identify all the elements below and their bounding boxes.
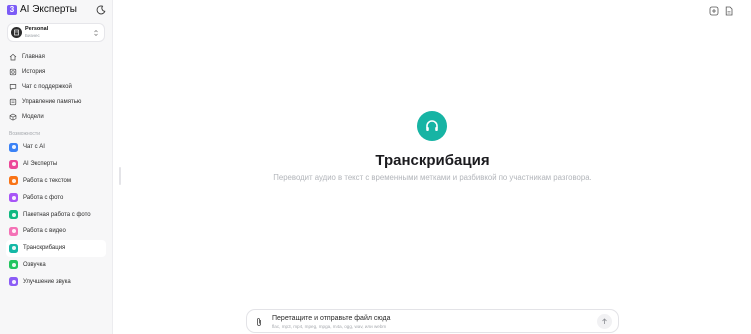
feature-item-label: Работа с видео	[23, 228, 66, 235]
video-icon	[9, 226, 18, 236]
nav-item-home[interactable]: Главная	[6, 49, 106, 64]
headphones-icon	[9, 243, 18, 253]
sidebar: 3 AI Эксперты Personal Бизнес Главная Ис…	[0, 0, 113, 334]
nav-item-models[interactable]: Модели	[6, 109, 106, 124]
headphones-icon	[417, 111, 447, 141]
send-button[interactable]	[597, 314, 612, 329]
feature-item-video[interactable]: Работа с видео	[6, 223, 106, 240]
memory-icon	[9, 98, 17, 105]
feature-item-label: Озвучка	[23, 261, 46, 268]
brand[interactable]: 3 AI Эксперты	[7, 4, 77, 15]
moon-icon[interactable]	[96, 5, 106, 15]
page-title: Транскрибация	[375, 152, 490, 169]
paperclip-icon[interactable]	[255, 317, 263, 327]
home-icon	[9, 53, 17, 60]
sidebar-resize-handle[interactable]	[119, 167, 121, 185]
page-subtitle: Переводит аудио в текст с временными мет…	[273, 173, 592, 182]
account-plan: Бизнес	[25, 32, 40, 38]
document-icon[interactable]	[724, 6, 734, 16]
cube-icon	[9, 113, 17, 121]
nav-item-memory[interactable]: Управление памятью	[6, 94, 106, 109]
nav-item-history[interactable]: История	[6, 64, 106, 79]
nav-item-label: Модели	[22, 113, 44, 120]
upload-prompt: Перетащите и отправьте файл сюда	[272, 315, 391, 322]
nav-item-support-chat[interactable]: Чат с поддержкой	[6, 79, 106, 94]
feature-item-batch-photo[interactable]: Пакетная работа с фото	[6, 206, 106, 223]
experts-icon	[9, 159, 18, 169]
brand-name: AI Эксперты	[20, 4, 77, 15]
chevron-updown-icon	[94, 30, 98, 36]
app-window: 3 AI Эксперты Personal Бизнес Главная Ис…	[0, 0, 751, 334]
feature-item-ai-experts[interactable]: AI Эксперты	[6, 156, 106, 173]
features-section-label: Возможности	[9, 131, 40, 137]
arrow-up-icon	[602, 318, 607, 324]
main-nav: Главная История Чат с поддержкой Управле…	[6, 49, 106, 124]
nav-item-label: Управление памятью	[22, 98, 82, 105]
feature-item-label: Улучшение звука	[23, 278, 71, 285]
feature-item-voiceover[interactable]: Озвучка	[6, 257, 106, 274]
speaker-icon	[9, 260, 18, 270]
feature-item-text[interactable]: Работа с текстом	[6, 173, 106, 190]
feature-item-label: Работа с текстом	[23, 177, 71, 184]
feature-item-label: Пакетная работа с фото	[23, 211, 91, 218]
nav-item-label: Чат с поддержкой	[22, 83, 72, 90]
images-icon	[9, 210, 18, 220]
building-icon	[11, 27, 22, 38]
feature-item-ai-chat[interactable]: Чат с AI	[6, 139, 106, 156]
feature-item-transcription[interactable]: Транскрибация	[6, 239, 106, 257]
brand-logo: 3	[7, 4, 17, 15]
feature-item-photo[interactable]: Работа с фото	[6, 189, 106, 206]
feature-item-label: AI Эксперты	[23, 161, 58, 168]
feature-item-label: Чат с AI	[23, 144, 45, 151]
new-chat-icon[interactable]	[709, 6, 719, 16]
features-nav: Чат с AI AI Эксперты Работа с текстом Ра…	[6, 139, 106, 290]
chat-icon	[9, 83, 17, 90]
nav-item-label: Главная	[22, 53, 45, 60]
account-name: Personal	[25, 26, 49, 32]
account-switcher[interactable]: Personal Бизнес	[7, 23, 105, 42]
upload-formats: flac, mp3, mp4, mpeg, mpga, m4a, ogg, wa…	[272, 324, 387, 329]
file-upload-dropzone[interactable]: Перетащите и отправьте файл сюда flac, m…	[246, 309, 619, 333]
chat-bubble-icon	[9, 142, 18, 152]
text-icon	[9, 176, 18, 186]
sound-wave-icon	[9, 277, 18, 287]
history-icon	[9, 68, 17, 75]
feature-item-label: Работа с фото	[23, 194, 64, 201]
feature-item-audio-enhance[interactable]: Улучшение звука	[6, 273, 106, 290]
feature-item-label: Транскрибация	[23, 245, 66, 252]
nav-item-label: История	[22, 68, 46, 75]
photo-icon	[9, 193, 18, 203]
